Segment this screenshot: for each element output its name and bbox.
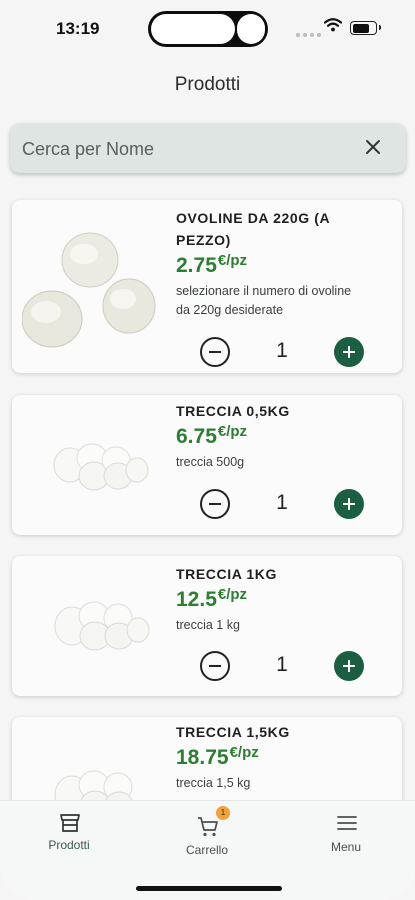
tab-bar: Prodotti 1 Carrello Menu [0, 800, 415, 900]
product-image [54, 770, 133, 800]
quantity-value: 1 [276, 491, 288, 514]
search-input[interactable] [20, 123, 354, 175]
phone-screen: 13:19 Prodotti OVOLIN [0, 0, 415, 900]
tab-menu[interactable]: Menu [277, 801, 415, 871]
quantity-stepper: 1 [200, 489, 364, 521]
product-name: TRECCIA 1,5KG [176, 724, 290, 740]
quantity-value: 1 [276, 653, 288, 676]
status-bar: 13:19 [0, 0, 415, 58]
product-image [54, 601, 150, 651]
product-description: treccia 500g [176, 455, 245, 469]
product-card[interactable]: TRECCIA 0,5KG 6.75€/pz treccia 500g 1 [12, 395, 402, 535]
tab-label: Prodotti [48, 838, 90, 852]
product-price: 18.75€/pz [176, 744, 259, 769]
store-icon [60, 814, 80, 832]
quantity-value: 1 [276, 339, 288, 362]
tab-label: Carrello [185, 843, 228, 857]
dynamic-island [148, 11, 268, 47]
cart-count-badge: 1 [216, 806, 230, 820]
product-image [22, 232, 156, 348]
close-icon[interactable] [362, 136, 384, 158]
product-name: TRECCIA 1KG [176, 566, 277, 582]
product-card[interactable]: TRECCIA 1,5KG 18.75€/pz treccia 1,5 kg 1 [12, 717, 402, 800]
product-card[interactable]: TRECCIA 1KG 12.5€/pz treccia 1 kg 1 [12, 556, 402, 696]
product-name: TRECCIA 0,5KG [176, 403, 290, 419]
tab-prodotti[interactable]: Prodotti [0, 801, 138, 871]
cart-icon [198, 817, 218, 837]
decrease-button[interactable] [200, 651, 230, 681]
page-title: Prodotti [174, 74, 241, 95]
search-bar [10, 123, 406, 175]
product-price: 2.75€/pz [176, 252, 248, 277]
menu-icon [337, 816, 357, 830]
quantity-stepper: 1 [200, 337, 364, 369]
product-name: OVOLINE DA 220G (A PEZZO) [176, 210, 331, 248]
product-description: selezionare il numero di ovoline da 220g … [176, 284, 352, 317]
decrease-button[interactable] [200, 337, 230, 367]
tab-label: Menu [330, 840, 362, 854]
product-price: 12.5€/pz [176, 586, 248, 611]
status-time: 13:19 [56, 19, 100, 38]
battery-icon [350, 21, 381, 35]
product-description: treccia 1,5 kg [176, 776, 251, 790]
product-card[interactable]: OVOLINE DA 220G (A PEZZO) 2.75€/pz selezi… [12, 200, 402, 373]
increase-button[interactable] [334, 651, 364, 681]
increase-button[interactable] [334, 489, 364, 519]
wifi-icon [324, 18, 342, 32]
product-list: OVOLINE DA 220G (A PEZZO) 2.75€/pz selezi… [0, 183, 415, 800]
product-description: treccia 1 kg [176, 618, 240, 632]
home-indicator [136, 886, 282, 891]
product-image [53, 443, 149, 491]
product-price: 6.75€/pz [176, 423, 248, 448]
increase-button[interactable] [334, 337, 364, 367]
tab-carrello[interactable]: 1 Carrello [138, 801, 276, 871]
decrease-button[interactable] [200, 489, 230, 519]
quantity-stepper: 1 [200, 651, 364, 683]
cellular-signal-icon [296, 24, 324, 42]
